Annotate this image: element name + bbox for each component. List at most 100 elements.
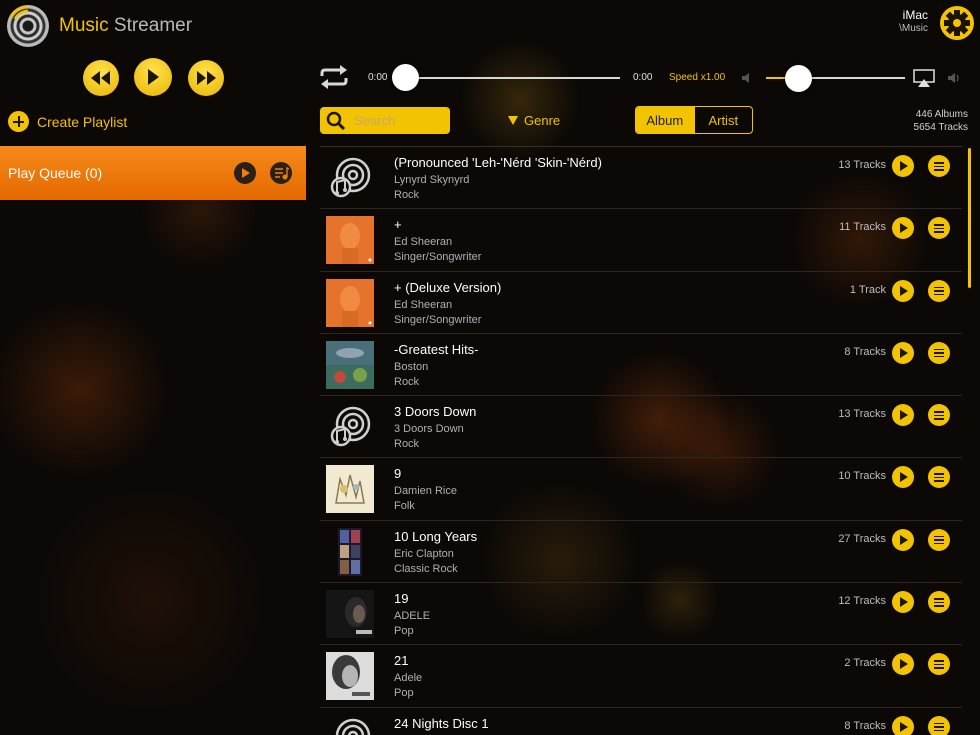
album-menu-button[interactable] (928, 466, 950, 489)
view-segmented-control: Album Artist (635, 106, 753, 134)
album-artist: Boston (394, 360, 429, 373)
tab-album[interactable]: Album (636, 107, 694, 133)
album-row[interactable]: 9 Damien Rice Folk 10 Tracks (320, 458, 962, 521)
album-play-button[interactable] (892, 653, 914, 676)
album-row[interactable]: 3 Doors Down 3 Doors Down Rock 13 Tracks (320, 396, 962, 459)
album-play-button[interactable] (892, 528, 914, 551)
play-queue-label: Play Queue (0) (8, 165, 103, 181)
album-play-button[interactable] (892, 715, 914, 735)
album-menu-button[interactable] (928, 528, 950, 551)
album-track-count: 13 Tracks (838, 159, 886, 171)
tracks-count: 5654 Tracks (913, 122, 968, 133)
queue-play-button[interactable] (234, 162, 256, 184)
album-art (326, 652, 374, 701)
play-icon (148, 69, 159, 85)
album-art (326, 590, 374, 639)
album-art (326, 527, 374, 576)
album-genre: Singer/Songwriter (394, 251, 482, 264)
dropdown-triangle-icon (508, 116, 518, 125)
album-menu-button[interactable] (928, 715, 950, 735)
progress-slider-knob[interactable] (392, 64, 419, 91)
album-track-count: 10 Tracks (838, 470, 886, 483)
album-art (326, 465, 374, 514)
album-play-button[interactable] (892, 341, 914, 364)
library-counts: 446 Albums 5654 Tracks (914, 108, 968, 134)
album-art (326, 278, 374, 327)
search-box[interactable] (320, 107, 450, 134)
rewind-icon (91, 71, 110, 85)
play-queue-row[interactable]: Play Queue (0) (0, 146, 306, 200)
volume-high-icon (947, 71, 961, 89)
album-title: 24 Nights Disc 1 (394, 715, 489, 731)
search-input[interactable] (354, 111, 444, 130)
search-icon (326, 111, 346, 131)
album-row[interactable]: 24 Nights Disc 1 8 Tracks (320, 708, 962, 735)
album-menu-button[interactable] (928, 653, 950, 676)
album-genre: Rock (394, 375, 420, 388)
album-menu-button[interactable] (928, 279, 950, 302)
genre-filter[interactable]: Genre (508, 113, 560, 128)
album-list: (Pronounced 'Leh-'Nérd 'Skin-'Nérd) Lynyr… (320, 146, 962, 735)
album-artist: Eric Clapton (394, 547, 454, 560)
album-play-button[interactable] (892, 466, 914, 489)
queue-list-button[interactable] (270, 162, 292, 184)
settings-gear-icon[interactable] (940, 6, 974, 40)
album-play-button[interactable] (892, 591, 914, 614)
create-playlist-button[interactable]: Create Playlist (8, 111, 127, 132)
album-title: 19 (394, 591, 409, 607)
album-art (326, 154, 374, 202)
album-genre: Rock (394, 189, 420, 201)
album-menu-button[interactable] (928, 591, 950, 614)
album-artist: Ed Sheeran (394, 236, 453, 249)
album-title: 21 (394, 653, 409, 669)
album-menu-button[interactable] (928, 404, 950, 427)
album-title: + (394, 217, 402, 233)
album-play-button[interactable] (892, 217, 914, 240)
album-track-count: 2 Tracks (844, 657, 886, 670)
album-title: 3 Doors Down (394, 404, 477, 420)
playback-speed[interactable]: Speed x1.00 (669, 72, 725, 83)
plus-icon (8, 111, 29, 132)
album-track-count: 8 Tracks (844, 719, 886, 732)
album-row[interactable]: (Pronounced 'Leh-'Nérd 'Skin-'Nérd) Lynyr… (320, 147, 962, 210)
album-play-button[interactable] (892, 279, 914, 302)
album-track-count: 1 Track (849, 283, 886, 296)
albums-count: 446 Albums (915, 109, 968, 120)
play-icon (242, 168, 250, 178)
album-title: 9 (394, 466, 402, 482)
volume-slider-knob[interactable] (785, 65, 812, 92)
play-button[interactable] (134, 58, 172, 96)
album-title: (Pronounced 'Leh-'Nérd 'Skin-'Nérd) (394, 155, 602, 170)
app-logo (7, 5, 49, 47)
album-play-button[interactable] (892, 155, 914, 177)
fast-forward-button[interactable] (188, 60, 224, 96)
album-menu-button[interactable] (928, 341, 950, 364)
tab-artist[interactable]: Artist (693, 107, 753, 133)
album-menu-button[interactable] (928, 217, 950, 240)
rewind-button[interactable] (83, 60, 119, 96)
airplay-icon[interactable] (913, 69, 935, 92)
app-title: Music Streamer (59, 15, 193, 36)
album-row[interactable]: 19 ADELE Pop 12 Tracks (320, 583, 962, 646)
album-art (326, 216, 374, 265)
album-genre: Pop (394, 625, 414, 638)
album-row[interactable]: + Ed Sheeran Singer/Songwriter 11 Tracks (320, 209, 962, 272)
device-info[interactable]: iMac \Music (899, 8, 928, 34)
album-art (326, 340, 374, 389)
album-title: -Greatest Hits- (394, 341, 479, 357)
album-play-button[interactable] (892, 404, 914, 427)
repeat-icon[interactable] (318, 64, 350, 95)
album-row[interactable]: + (Deluxe Version) Ed Sheeran Singer/Songw… (320, 272, 962, 334)
progress-track[interactable] (405, 77, 620, 79)
album-art (326, 403, 374, 451)
album-row[interactable]: 21 Adele Pop 2 Tracks (320, 645, 962, 708)
playlist-icon (275, 166, 290, 180)
album-menu-button[interactable] (928, 155, 950, 177)
album-row[interactable]: -Greatest Hits- Boston Rock 8 Tracks (320, 334, 962, 397)
album-track-count: 13 Tracks (838, 408, 886, 421)
album-row[interactable]: 10 Long Years Eric Clapton Classic Rock 27 … (320, 521, 962, 584)
album-track-count: 12 Tracks (838, 595, 886, 608)
scrollbar[interactable] (968, 148, 971, 288)
create-playlist-label: Create Playlist (37, 113, 128, 130)
album-title: + (Deluxe Version) (394, 279, 502, 295)
